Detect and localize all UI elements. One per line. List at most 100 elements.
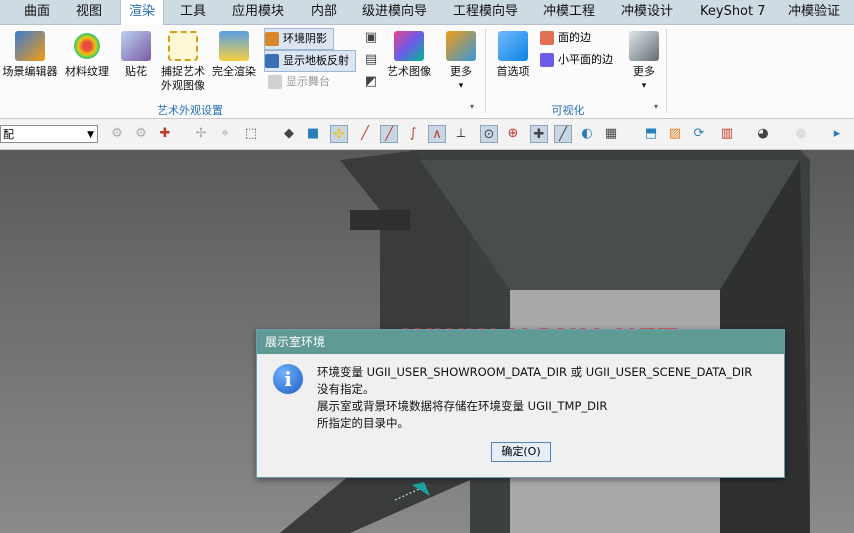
selection-filter-value: 配 <box>3 128 14 141</box>
more-button-art[interactable]: 更多 ▾ <box>444 31 478 93</box>
scene-editor-button[interactable]: 场景编辑器 <box>2 31 58 79</box>
face-point-icon[interactable]: ◐ <box>578 125 596 143</box>
show-stage-toggle[interactable]: 显示舞台 <box>268 72 330 92</box>
decal-icon <box>121 31 151 61</box>
tab-keyshot[interactable]: KeyShot 7 <box>700 0 766 24</box>
intersection-icon[interactable]: ✚ <box>530 125 548 143</box>
material-balls-icon <box>72 31 102 61</box>
assembly-icon[interactable]: ⚙ <box>132 125 150 143</box>
material-texture-label: 材料纹理 <box>65 65 109 78</box>
tab-progressive-die[interactable]: 级进模向导 <box>362 0 427 24</box>
solid-cube-icon[interactable]: ■ <box>304 125 322 143</box>
rotate-icon[interactable]: ⟳ <box>690 125 708 143</box>
group-label-vis: 可视化 <box>551 104 585 117</box>
more-label-vis: 更多 <box>633 65 655 78</box>
paintbrush-icon <box>394 31 424 61</box>
dialog-message: 环境变量 UGII_USER_SHOWROOM_DATA_DIR 或 UGII_… <box>317 364 752 432</box>
capture-image-icon <box>168 31 198 61</box>
line-endpoint-icon[interactable]: ╱ <box>380 125 398 143</box>
selection-toolbar: 配 ▼ ⚙ ⚙ ✚ ✢ ⌖ ⬚ ◆ ■ ✣ ╱ ╱ ∫ ∧ ⟂ ⊙ ⊕ ✚ ╱ ◐… <box>0 119 854 150</box>
message-line-3: 展示室或背景环境数据将存储在环境变量 UGII_TMP_DIR <box>317 399 608 413</box>
group-expand-icon[interactable]: ▾ <box>470 102 474 111</box>
line-point-icon[interactable]: ╱ <box>356 125 374 143</box>
tab-view[interactable]: 视图 <box>76 0 102 24</box>
info-icon: i <box>273 364 303 394</box>
message-line-2: 没有指定。 <box>317 382 375 396</box>
ok-button[interactable]: 确定(O) <box>491 442 551 462</box>
ribbon-panel: 场景编辑器 材料纹理 贴花 捕捉艺术 外观图像 完全渲染 环境阴影 显示地板反射… <box>0 25 854 119</box>
small-face-edges-toggle[interactable]: 小平面的边 <box>540 50 613 70</box>
scene-editor-label: 场景编辑器 <box>2 65 58 78</box>
full-render-button[interactable]: 完全渲染 <box>210 31 258 79</box>
lighting-icon[interactable]: ● <box>792 125 810 143</box>
grid-icon[interactable]: ▦ <box>602 125 620 143</box>
snap-icon[interactable]: ⌖ <box>216 125 234 143</box>
dialog-title: 展示室环境 <box>257 330 784 354</box>
message-line-4: 所指定的目录中。 <box>317 416 409 430</box>
capture-art-label-2: 外观图像 <box>161 79 205 92</box>
tab-tools[interactable]: 工具 <box>180 0 206 24</box>
preferences-label: 首选项 <box>496 65 530 78</box>
art-image-label: 艺术图像 <box>387 65 431 78</box>
capture-art-image-button[interactable]: 捕捉艺术 外观图像 <box>158 31 208 93</box>
cube-icon[interactable]: ◆ <box>280 125 298 143</box>
group-label-art: 艺术外观设置 <box>157 104 223 117</box>
snap-point-icon[interactable]: ✣ <box>330 125 348 143</box>
studio-icon[interactable]: ◩ <box>362 73 380 91</box>
show-stage-label: 显示舞台 <box>286 75 330 88</box>
group-divider <box>485 29 486 113</box>
center-point-icon[interactable]: ⊙ <box>480 125 498 143</box>
scene-editor-icon <box>15 31 45 61</box>
chevron-down-icon: ▾ <box>458 81 464 91</box>
group-divider <box>666 29 667 113</box>
floor-reflection-icon <box>265 54 279 68</box>
tab-surface[interactable]: 曲面 <box>24 0 50 24</box>
env-shadow-label: 环境阴影 <box>283 32 327 45</box>
small-face-edges-label: 小平面的边 <box>558 53 613 66</box>
env-shadow-icon <box>265 32 279 46</box>
select-add-icon[interactable]: ✚ <box>156 125 174 143</box>
decal-label: 贴花 <box>125 65 147 78</box>
tab-internal[interactable]: 内部 <box>311 0 337 24</box>
material-texture-button[interactable]: 材料纹理 <box>62 31 112 79</box>
preferences-icon <box>498 31 528 61</box>
more-tools-icon[interactable]: ▸ <box>828 125 846 143</box>
printer-icon[interactable]: ▤ <box>362 51 380 69</box>
render-style-icon[interactable]: ◕ <box>754 125 772 143</box>
art-image-button[interactable]: 艺术图像 <box>384 31 434 79</box>
face-edges-toggle[interactable]: 面的边 <box>540 28 591 48</box>
tab-die-validation[interactable]: 冲模验证 <box>788 0 840 24</box>
box-select-icon[interactable]: ⬚ <box>242 125 260 143</box>
selection-filter-combo[interactable]: 配 ▼ <box>0 125 98 143</box>
full-render-icon <box>219 31 249 61</box>
group-expand-icon[interactable]: ▾ <box>654 102 658 111</box>
camera-icon[interactable]: ▣ <box>362 29 380 47</box>
fit-view-icon[interactable]: ⬒ <box>642 125 660 143</box>
tab-render[interactable]: 渲染 <box>120 0 165 26</box>
show-floor-reflection-label: 显示地板反射 <box>283 54 349 67</box>
more-gallery-icon <box>446 31 476 61</box>
chevron-down-icon: ▼ <box>87 130 94 140</box>
deselect-icon[interactable]: ✢ <box>192 125 210 143</box>
more-button-vis[interactable]: 更多 ▾ <box>627 31 661 93</box>
tab-app-modules[interactable]: 应用模块 <box>232 0 284 24</box>
face-edges-label: 面的边 <box>558 31 591 44</box>
orient-view-icon[interactable]: ▥ <box>718 125 736 143</box>
zoom-icon[interactable]: ▨ <box>666 125 684 143</box>
decal-button[interactable]: 贴花 <box>118 31 154 79</box>
on-curve-icon[interactable]: ╱ <box>554 125 572 143</box>
tangent-icon[interactable]: ⟂ <box>452 125 470 143</box>
filter-icon[interactable]: ⚙ <box>108 125 126 143</box>
more-label-art: 更多 <box>450 65 472 78</box>
show-floor-reflection-toggle[interactable]: 显示地板反射 <box>264 50 356 72</box>
tab-die-design[interactable]: 冲模设计 <box>621 0 673 24</box>
polyline-icon[interactable]: ∧ <box>428 125 446 143</box>
curve-icon[interactable]: ∫ <box>404 125 422 143</box>
full-render-label: 完全渲染 <box>212 65 256 78</box>
env-shadow-toggle[interactable]: 环境阴影 <box>264 28 334 50</box>
tab-die-engineering[interactable]: 冲模工程 <box>543 0 595 24</box>
tab-engineering-die[interactable]: 工程模向导 <box>453 0 518 24</box>
preferences-button[interactable]: 首选项 <box>494 31 532 79</box>
quadrant-icon[interactable]: ⊕ <box>504 125 522 143</box>
showroom-env-dialog: 展示室环境 i 环境变量 UGII_USER_SHOWROOM_DATA_DIR… <box>256 329 785 478</box>
